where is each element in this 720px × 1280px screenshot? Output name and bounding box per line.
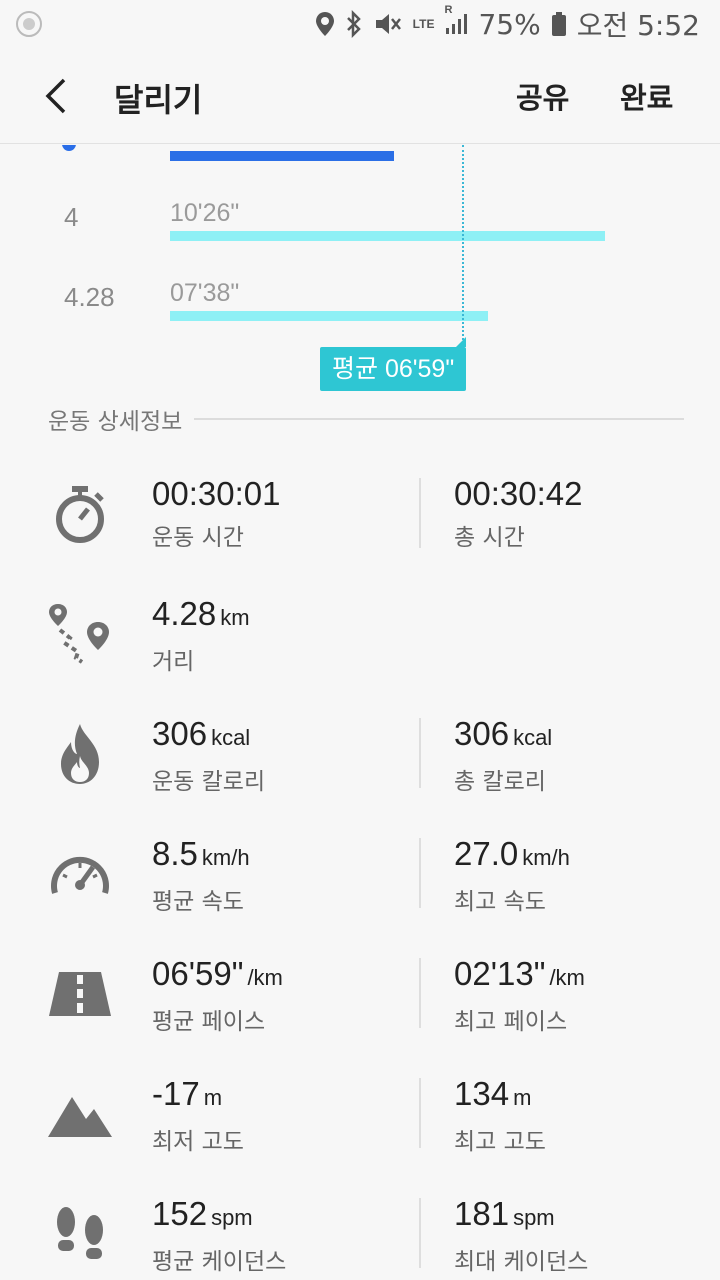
max-altitude-unit: m [513, 1085, 532, 1110]
pace-label-4: 10'26" [170, 199, 240, 227]
min-altitude-label: 최저 고도 [152, 1129, 244, 1155]
max-cadence-value: 181 [454, 1195, 510, 1232]
best-pace-value: 02'13" [454, 955, 546, 992]
workout-time-value: 00:30:01 [152, 475, 281, 512]
stat-row-altitude: -17 m 최저 고도 134 m 최고 고도 [0, 1072, 720, 1172]
stat-row-distance: 4.28 km 거리 [0, 592, 720, 692]
app-notification-icon [14, 10, 44, 38]
chevron-left-icon [45, 78, 66, 114]
pace-bar-4 [170, 231, 605, 241]
page-title: 달리기 [114, 81, 203, 119]
average-pace-badge: 평균 06'59" [320, 337, 467, 391]
lte-icon: LTE [412, 17, 435, 31]
max-speed-value: 27.0 [454, 835, 519, 872]
avg-cadence-label: 평균 케이던스 [152, 1249, 287, 1275]
max-speed-unit: km/h [522, 845, 570, 870]
best-pace-label: 최고 페이스 [454, 1009, 568, 1035]
pace-bar-current [170, 151, 394, 161]
signal-icon: R [444, 4, 468, 38]
app-bar: 달리기 공유 완료 [0, 48, 720, 144]
avg-pace-label: 평균 페이스 [152, 1009, 266, 1035]
flame-icon [48, 722, 112, 786]
best-pace-unit: /km [549, 965, 585, 990]
section-header: 운동 상세정보 [48, 402, 684, 436]
stat-row-pace: 06'59"/km 평균 페이스 02'13"/km 최고 페이스 [0, 952, 720, 1052]
avg-cadence-unit: spm [211, 1205, 253, 1230]
workout-calories-unit: kcal [211, 725, 251, 750]
pace-label-428: 07'38" [170, 279, 240, 307]
stopwatch-icon [48, 482, 112, 546]
distance-unit: km [220, 605, 250, 630]
row-divider [419, 718, 421, 788]
status-bar: LTE R 75% 오전 5:52 [0, 0, 720, 48]
stat-row-speed: 8.5 km/h 평균 속도 27.0 km/h 최고 속도 [0, 832, 720, 932]
done-button[interactable]: 완료 [620, 75, 673, 117]
avg-speed-unit: km/h [201, 845, 250, 870]
row-divider [419, 478, 421, 548]
stat-row-time: 00:30:01 운동 시간 00:30:42 총 시간 [0, 472, 720, 572]
road-icon [48, 962, 112, 1026]
distance-label: 거리 [152, 649, 195, 675]
avg-pace-unit: /km [247, 965, 283, 990]
workout-calories-label: 운동 칼로리 [152, 769, 266, 795]
max-altitude-label: 최고 고도 [454, 1129, 546, 1155]
pace-bar-428 [170, 311, 488, 321]
row-divider [419, 1078, 421, 1148]
max-altitude-value: 134 [454, 1075, 510, 1112]
km-label-428: 4.28 [64, 282, 115, 312]
bluetooth-icon [345, 10, 363, 38]
stat-row-cadence: 152 spm 평균 케이던스 181 spm 최대 케이던스 [0, 1192, 720, 1280]
total-time-label: 총 시간 [454, 525, 525, 551]
max-speed-label: 최고 속도 [454, 889, 546, 915]
share-button[interactable]: 공유 [516, 75, 569, 117]
max-cadence-unit: spm [513, 1205, 555, 1230]
total-time-value: 00:30:42 [454, 475, 583, 512]
km-label-4: 4 [64, 202, 79, 232]
total-calories-value: 306 [454, 715, 510, 752]
avg-speed-label: 평균 속도 [152, 889, 244, 915]
chart-marker-dot [62, 145, 76, 151]
clock: 오전 5:52 [576, 9, 700, 42]
battery-icon [551, 10, 567, 38]
distance-value: 4.28 [152, 595, 217, 632]
max-cadence-label: 최대 케이던스 [454, 1249, 589, 1275]
back-button[interactable] [30, 70, 82, 122]
section-title: 운동 상세정보 [48, 409, 183, 435]
avg-cadence-value: 152 [152, 1195, 208, 1232]
workout-calories-value: 306 [152, 715, 208, 752]
avg-pace-value: 06'59" [152, 955, 244, 992]
stat-row-calories: 306 kcal 운동 칼로리 306 kcal 총 칼로리 [0, 712, 720, 812]
avg-speed-value: 8.5 [152, 835, 198, 872]
speedometer-icon [48, 842, 112, 906]
mute-icon [373, 10, 403, 38]
pace-chart: 4 10'26" 4.28 07'38" 평균 06'59" [0, 145, 720, 400]
average-pace-line [462, 145, 464, 340]
route-icon [48, 602, 112, 666]
battery-percent: 75% [478, 7, 541, 41]
row-divider [419, 1198, 421, 1268]
footprints-icon [48, 1202, 112, 1266]
section-divider [194, 418, 684, 420]
total-calories-unit: kcal [513, 725, 553, 750]
location-icon [315, 10, 335, 38]
workout-time-label: 운동 시간 [152, 525, 244, 551]
row-divider [419, 838, 421, 908]
mountain-icon [48, 1082, 112, 1146]
total-calories-label: 총 칼로리 [454, 769, 546, 795]
min-altitude-unit: m [203, 1085, 223, 1110]
min-altitude-value: -17 [152, 1075, 200, 1112]
row-divider [419, 958, 421, 1028]
